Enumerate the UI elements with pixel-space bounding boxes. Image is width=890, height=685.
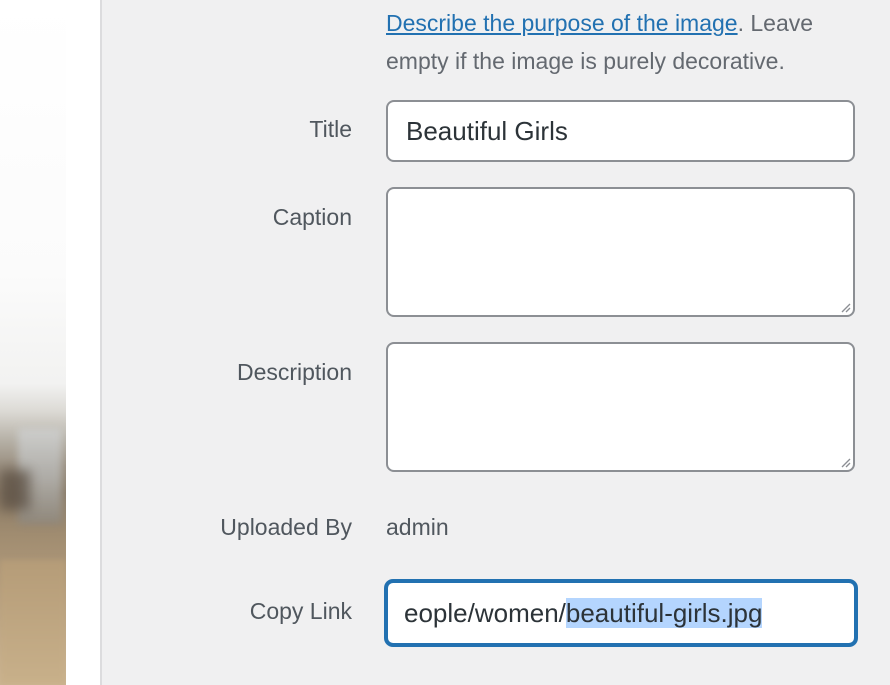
alt-text-help-link[interactable]: Describe the purpose of the image	[386, 10, 738, 36]
caption-resize-grip-icon[interactable]	[839, 301, 851, 313]
title-label: Title	[309, 116, 352, 142]
uploaded-by-value: admin	[386, 514, 449, 540]
uploaded-by-label: Uploaded By	[220, 514, 352, 540]
attachment-details-panel: Describe the purpose of the image. Leave…	[0, 0, 890, 685]
image-preview-shadow	[0, 470, 30, 510]
caption-textarea[interactable]	[386, 187, 855, 317]
alt-text-help: Describe the purpose of the image. Leave…	[386, 4, 866, 80]
preview-gutter	[66, 0, 100, 685]
copy-link-value-prefix: eople/women/	[404, 598, 566, 628]
title-input[interactable]: Beautiful Girls	[386, 100, 855, 162]
description-label: Description	[236, 359, 352, 385]
image-preview-ground	[0, 560, 66, 685]
caption-label: Caption	[272, 204, 352, 230]
image-preview	[0, 0, 66, 685]
panel-divider	[100, 0, 102, 685]
description-resize-grip-icon[interactable]	[839, 456, 851, 468]
copy-link-label: Copy Link	[249, 598, 352, 624]
copy-link-value-selected: beautiful-girls.jpg	[565, 598, 763, 628]
description-textarea[interactable]	[386, 342, 855, 472]
copy-link-input[interactable]: eople/women/beautiful-girls.jpg	[385, 580, 857, 646]
